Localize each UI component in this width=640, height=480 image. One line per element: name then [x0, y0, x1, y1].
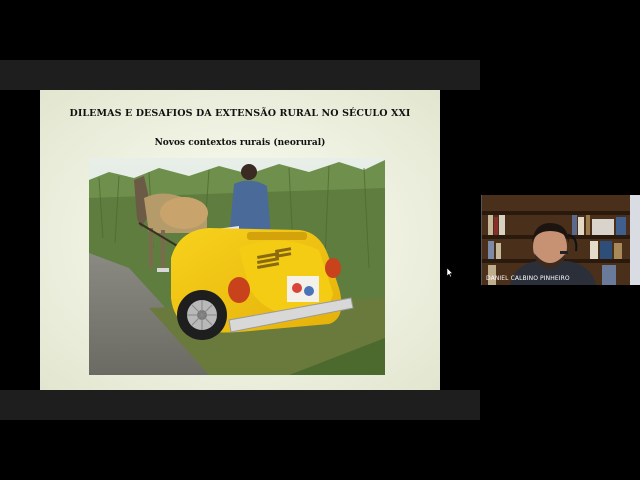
mouse-cursor-icon [447, 268, 453, 277]
slide-subtitle: Novos contextos rurais (neorural) [154, 138, 326, 148]
participant-video-tile[interactable]: DANIEL CALBINO PINHEIRO [481, 195, 640, 285]
slide-title: DILEMAS E DESAFIOS DA EXTENSÃO RURAL NO … [69, 108, 411, 119]
participant-video-feed [482, 195, 640, 285]
participant-name-label: DANIEL CALBINO PINHEIRO [486, 275, 570, 282]
letterbox-top [0, 60, 480, 90]
slide-photo [89, 158, 385, 375]
shared-screen: DILEMAS E DESAFIOS DA EXTENSÃO RURAL NO … [0, 60, 480, 420]
letterbox-bottom [0, 390, 480, 420]
presentation-slide: DILEMAS E DESAFIOS DA EXTENSÃO RURAL NO … [40, 90, 440, 390]
